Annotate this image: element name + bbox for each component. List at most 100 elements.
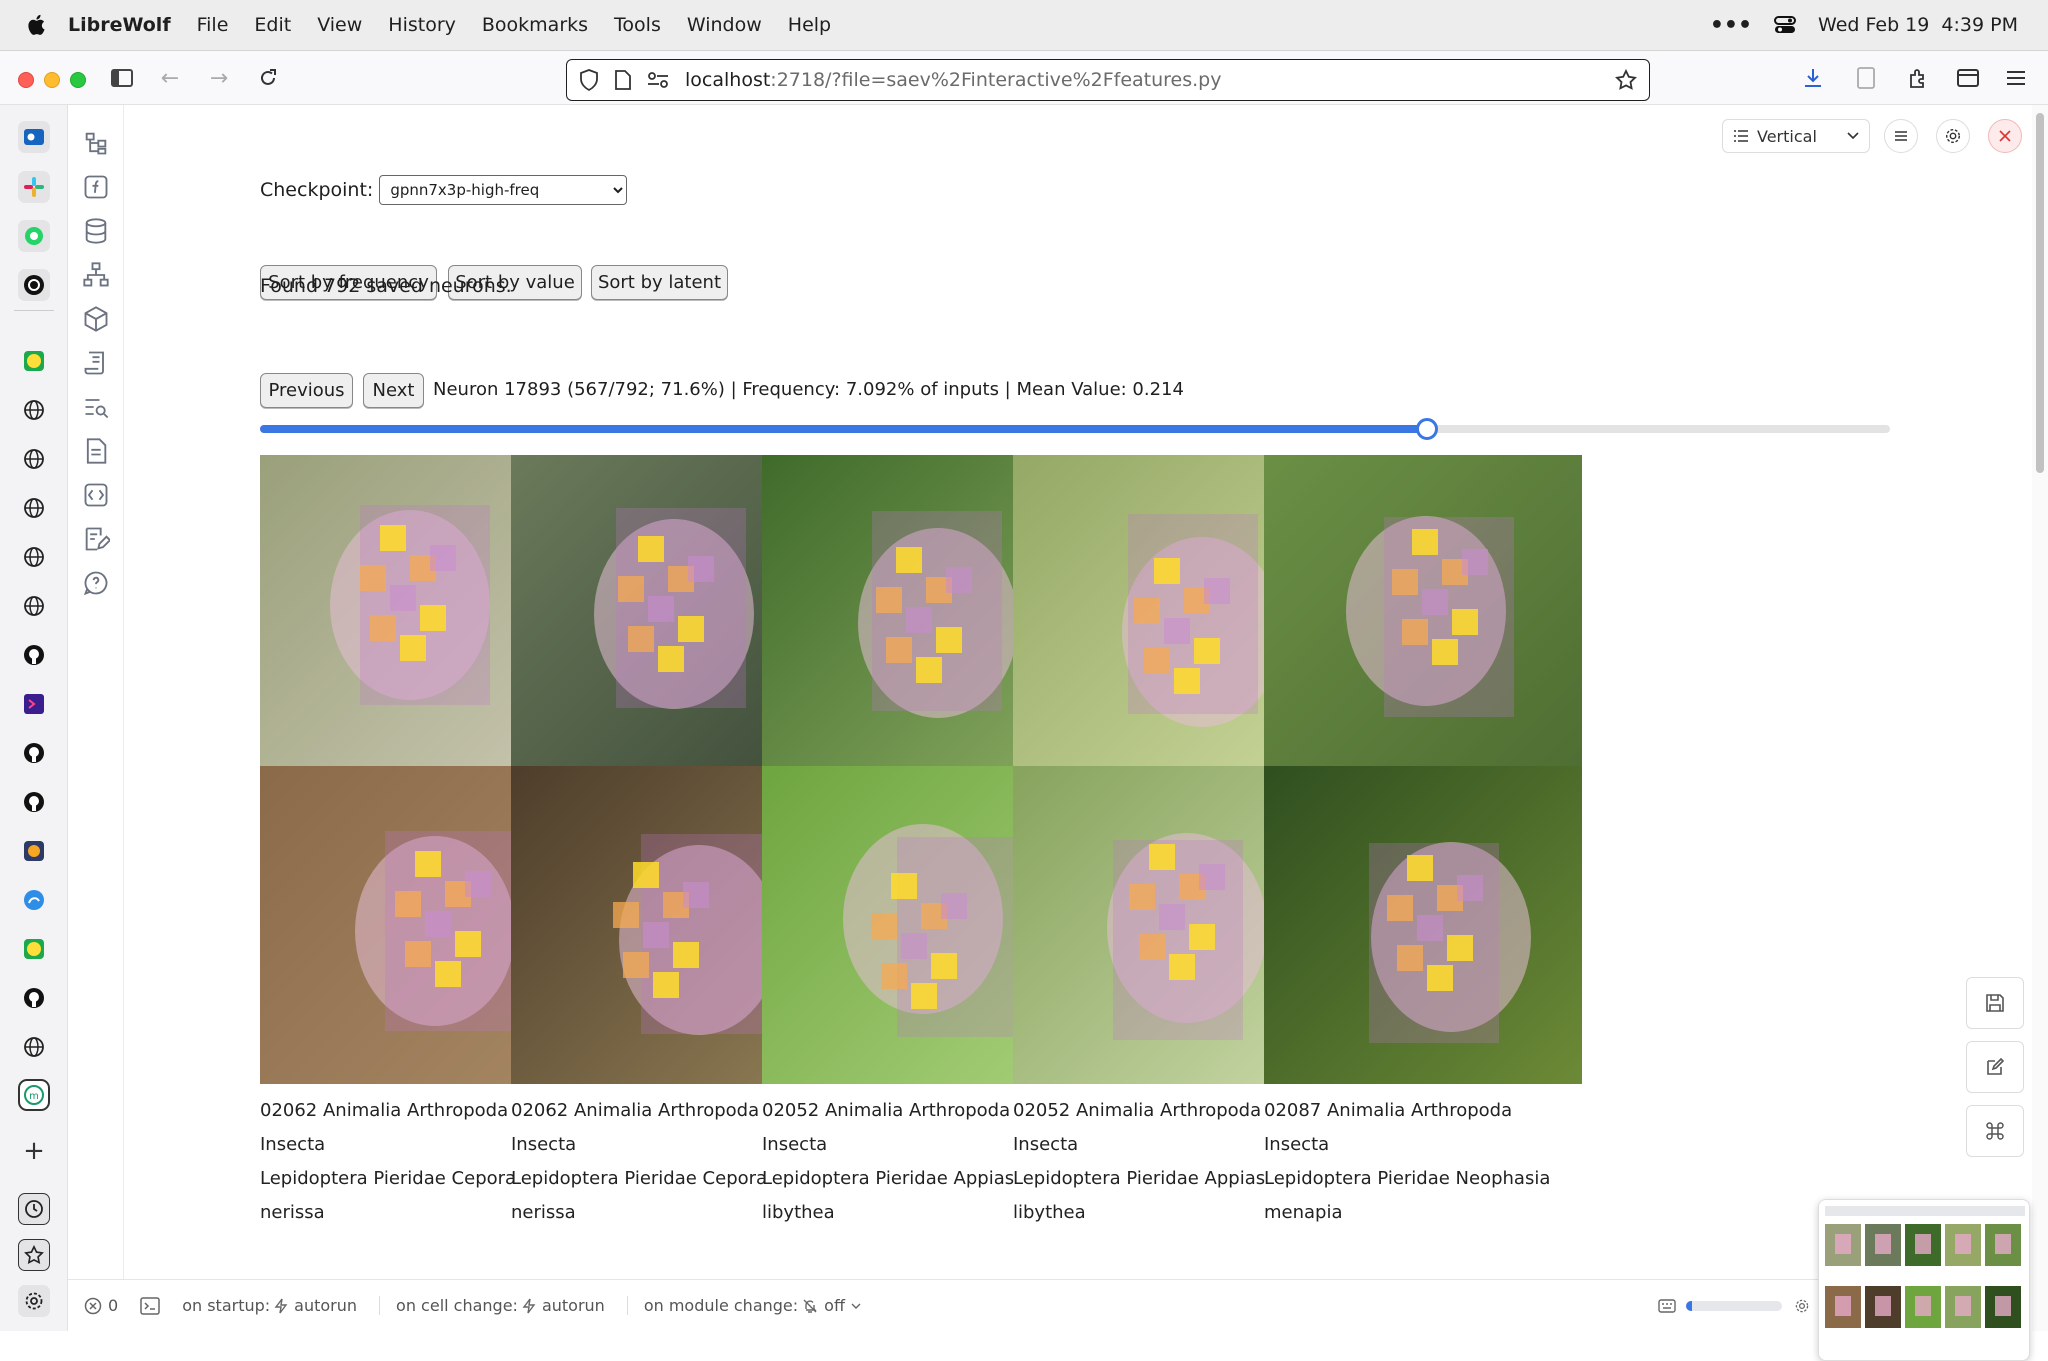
globe-icon[interactable]: [18, 1031, 50, 1063]
previous-button[interactable]: Previous: [260, 373, 353, 408]
whatsapp-icon[interactable]: [18, 220, 50, 252]
minimize-window-button[interactable]: [44, 72, 60, 88]
bookmark-star-icon[interactable]: [1615, 69, 1637, 91]
layout-select[interactable]: Vertical: [1722, 119, 1870, 153]
menu-file[interactable]: File: [197, 14, 229, 36]
help-chat-icon[interactable]: [82, 569, 110, 597]
menu-help[interactable]: Help: [788, 14, 831, 36]
site-permissions-icon[interactable]: [647, 71, 669, 89]
terminal-icon[interactable]: [140, 1296, 160, 1316]
image-caption: 02087 Animalia Arthropoda Insecta Lepido…: [1264, 1094, 1582, 1230]
forward-arrow-icon[interactable]: →: [206, 65, 232, 91]
butterfly-image[interactable]: [1264, 455, 1582, 773]
sidebar-toggle-icon[interactable]: [109, 65, 135, 91]
apple-icon[interactable]: [24, 12, 50, 38]
found-neurons-text: Found 792 saved neurons.: [260, 275, 512, 297]
menu-history[interactable]: History: [388, 14, 456, 36]
github-icon[interactable]: [18, 737, 50, 769]
edit-button[interactable]: [1966, 1041, 2024, 1093]
edit-pencil-icon: [1987, 1057, 2005, 1075]
chatgpt-icon[interactable]: [18, 269, 50, 301]
reload-icon[interactable]: [255, 65, 281, 91]
menu-lines-button[interactable]: [1884, 119, 1918, 153]
menu-tools[interactable]: Tools: [614, 14, 661, 36]
tab-overview-icon[interactable]: [1955, 65, 1981, 91]
slack-icon[interactable]: [18, 171, 50, 203]
cpu-gear-icon[interactable]: [1794, 1298, 1810, 1314]
file-tree-icon[interactable]: [82, 129, 110, 157]
colorful-app-icon[interactable]: [18, 835, 50, 867]
marimo-status-bar: 0 on startup: autorun on cell change: au…: [68, 1279, 2030, 1331]
save-button[interactable]: [1966, 977, 2024, 1029]
sort-by-latent-button[interactable]: Sort by latent: [591, 265, 728, 300]
history-clock-icon[interactable]: [18, 1193, 50, 1225]
shutdown-button[interactable]: [1988, 119, 2022, 153]
github-icon[interactable]: [18, 639, 50, 671]
checkpoint-row: Checkpoint: gpnn7x3p-high-freq: [260, 175, 628, 205]
marimo-icon[interactable]: m: [18, 1079, 50, 1111]
startup-value: autorun: [294, 1296, 358, 1315]
shield-icon[interactable]: [579, 69, 599, 91]
list-layout-icon: [1734, 130, 1748, 142]
snippets-icon[interactable]: [82, 481, 110, 509]
dependency-graph-icon[interactable]: [82, 261, 110, 289]
github-icon[interactable]: [18, 786, 50, 818]
control-center-icon[interactable]: [1774, 14, 1797, 36]
more-dots-icon[interactable]: •••: [1710, 13, 1752, 38]
command-palette-button[interactable]: [1966, 1105, 2024, 1157]
url-bar[interactable]: localhost:2718/?file=saev%2Finteractive%…: [566, 59, 1650, 101]
terminal-app-icon[interactable]: [18, 688, 50, 720]
add-panel-icon[interactable]: +: [18, 1135, 50, 1167]
keyboard-icon[interactable]: [1658, 1298, 1676, 1313]
notes-edit-icon[interactable]: [82, 525, 110, 553]
next-button[interactable]: Next: [363, 373, 424, 408]
neuron-slider[interactable]: [260, 418, 1890, 440]
function-icon[interactable]: [82, 173, 110, 201]
database-icon[interactable]: [82, 217, 110, 245]
globe-icon[interactable]: [18, 394, 50, 426]
scrollbar-thumb[interactable]: [2036, 113, 2044, 473]
browser-sidebar: m +: [0, 105, 68, 1331]
zoom-window-button[interactable]: [70, 72, 86, 88]
github-icon[interactable]: [18, 982, 50, 1014]
extensions-icon[interactable]: [1905, 65, 1931, 91]
globe-icon[interactable]: [18, 541, 50, 573]
error-circle-icon[interactable]: [84, 1297, 102, 1315]
back-arrow-icon[interactable]: ←: [157, 65, 183, 91]
menubar-clock[interactable]: Wed Feb 19 4:39 PM: [1818, 14, 2018, 36]
blue-swirl-icon[interactable]: [18, 884, 50, 916]
hamburger-menu-icon[interactable]: [2003, 65, 2029, 91]
startup-toggle[interactable]: autorun: [274, 1296, 357, 1315]
notebook-settings-button[interactable]: [1936, 119, 1970, 153]
page-scrollbar[interactable]: [2032, 105, 2048, 1331]
settings-gear-icon[interactable]: [18, 1285, 50, 1317]
butterfly-image[interactable]: [1264, 766, 1582, 1084]
globe-icon[interactable]: [18, 590, 50, 622]
url-text[interactable]: localhost:2718/?file=saev%2Finteractive%…: [685, 69, 1222, 91]
smiley-app-icon[interactable]: [18, 933, 50, 965]
menu-edit[interactable]: Edit: [254, 14, 291, 36]
globe-icon[interactable]: [18, 443, 50, 475]
outlook-icon[interactable]: [18, 121, 50, 153]
macos-menubar: LibreWolf File Edit View History Bookmar…: [0, 0, 2048, 50]
downloads-icon[interactable]: [1800, 65, 1826, 91]
globe-icon[interactable]: [18, 492, 50, 524]
smiley-app-icon[interactable]: [18, 345, 50, 377]
document-icon[interactable]: [82, 437, 110, 465]
reader-view-icon[interactable]: [1853, 65, 1879, 91]
menu-window[interactable]: Window: [687, 14, 762, 36]
menu-app-name[interactable]: LibreWolf: [68, 14, 171, 36]
close-window-button[interactable]: [18, 72, 34, 88]
search-list-icon[interactable]: [82, 393, 110, 421]
menu-bookmarks[interactable]: Bookmarks: [482, 14, 588, 36]
scroll-outline-icon[interactable]: [82, 349, 110, 377]
bookmarks-star-icon[interactable]: [18, 1239, 50, 1271]
lightning-icon: [522, 1298, 536, 1313]
slider-thumb[interactable]: [1416, 418, 1439, 440]
module-change-toggle[interactable]: off: [802, 1296, 861, 1315]
cell-change-toggle[interactable]: autorun: [522, 1296, 605, 1315]
package-box-icon[interactable]: [82, 305, 110, 333]
checkpoint-select[interactable]: gpnn7x3p-high-freq: [379, 175, 628, 205]
menu-view[interactable]: View: [317, 14, 362, 36]
page-thumbnail-preview[interactable]: [1818, 1199, 2030, 1361]
